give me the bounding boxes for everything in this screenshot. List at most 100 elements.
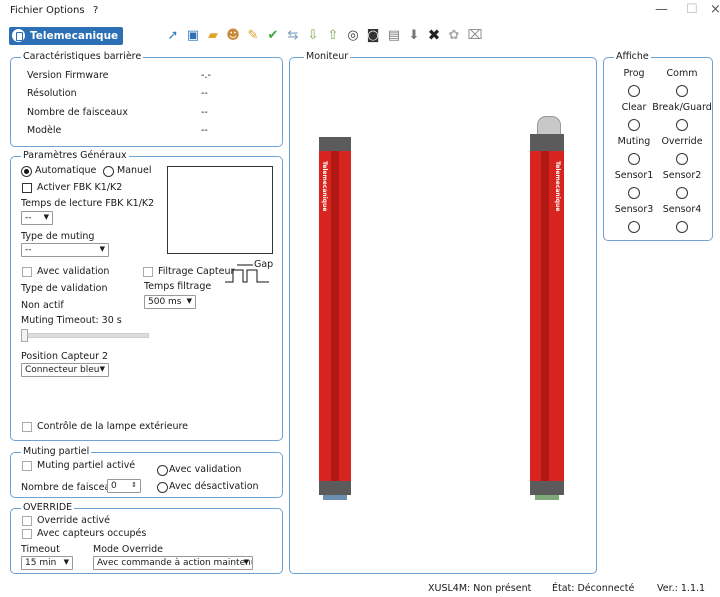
menu-help[interactable]: ?	[93, 5, 98, 16]
menu-options[interactable]: Options	[46, 5, 85, 16]
filter-time-select[interactable]: 500 ms ▼	[144, 295, 196, 309]
muting-timeout-slider-track[interactable]	[21, 333, 149, 338]
emitter-connector	[323, 495, 347, 500]
beam-count-value: --	[201, 107, 208, 118]
muting-type-value: --	[25, 245, 32, 255]
fbk-enable-checkbox[interactable]	[22, 183, 32, 193]
display-title: Affiche	[614, 51, 651, 62]
receiver-bottom-cap	[530, 481, 564, 495]
brand-logo: Telemecanique	[9, 27, 123, 45]
partial-muting-label: Muting partiel activé	[37, 460, 136, 471]
sensor2-position-label: Position Capteur 2	[21, 351, 109, 362]
occupied-sensors-label: Avec capteurs occupés	[37, 528, 147, 539]
muting-type-label: Type de muting	[21, 231, 95, 242]
monitor-title: Moniteur	[304, 51, 351, 62]
led-break-guard	[676, 119, 688, 131]
disconnect-icon[interactable]: ⌧	[467, 27, 483, 43]
led-label-comm: Comm	[666, 68, 698, 79]
timeout-label: Timeout	[21, 544, 60, 555]
minimize-button[interactable]: —	[655, 2, 668, 17]
open-folder-icon[interactable]: ▰	[205, 27, 221, 43]
receiver-connector	[535, 495, 559, 500]
model-label: Modèle	[27, 125, 62, 136]
override-mode-value: Avec commande à action maintenue	[97, 558, 253, 568]
partial-deactivation-radio[interactable]	[157, 482, 168, 493]
monitor-group: Moniteur Telemecanique Telemecanique	[289, 51, 597, 574]
override-mode-select[interactable]: Avec commande à action maintenue ▼	[93, 556, 253, 570]
import-icon[interactable]: ⬇	[406, 27, 422, 43]
status-bar: XUSL4M: Non présent État: Déconnecté Ver…	[0, 580, 720, 597]
chevron-down-icon: ▼	[63, 558, 69, 566]
led-clear	[628, 119, 640, 131]
chevron-down-icon: ▼	[43, 213, 49, 221]
led-sensor2	[676, 187, 688, 199]
sensor2-position-value: Connecteur bleu	[25, 365, 100, 375]
led-muting	[628, 153, 640, 165]
save-icon[interactable]: ▣	[185, 27, 201, 43]
lamp-control-label: Contrôle de la lampe extérieure	[37, 421, 189, 432]
barrier-title: Caractéristiques barrière	[21, 51, 144, 62]
swap-icon[interactable]: ⇆	[285, 27, 301, 43]
led-sensor1	[628, 187, 640, 199]
partial-beams-stepper[interactable]: 0 ⇕	[107, 479, 141, 493]
sensor2-position-select[interactable]: Connecteur bleu ▼	[21, 363, 109, 377]
sensor-filter-checkbox[interactable]	[143, 267, 153, 277]
mode-automatic-radio[interactable]	[21, 166, 32, 177]
muting-status: Non actif	[21, 300, 64, 311]
emitter-bar: Telemecanique	[319, 151, 351, 481]
upload-icon[interactable]: ➚	[165, 27, 181, 43]
override-group: OVERRIDE Override activé Avec capteurs o…	[10, 502, 283, 574]
check-icon[interactable]: ✔	[265, 27, 281, 43]
led-label-sensor2: Sensor2	[662, 170, 702, 181]
partial-validation-label: Avec validation	[169, 464, 242, 475]
partial-muting-checkbox[interactable]	[22, 461, 32, 471]
clipboard-icon[interactable]: ▤	[386, 27, 402, 43]
led-label-muting: Muting	[617, 136, 651, 147]
close-button[interactable]: ×	[710, 2, 720, 17]
muting-timeout-slider-handle[interactable]	[21, 329, 28, 342]
mode-manual-radio[interactable]	[103, 166, 114, 177]
receiver-bar: Telemecanique	[530, 151, 564, 481]
delete-icon[interactable]: ✖	[426, 26, 442, 44]
led-override	[676, 153, 688, 165]
fbk-time-value: --	[25, 213, 32, 223]
receiver-top-cap	[530, 134, 564, 151]
mode-manual-label: Manuel	[117, 165, 152, 176]
brand-mark-icon	[12, 29, 25, 42]
timeout-select[interactable]: 15 min ▼	[21, 556, 73, 570]
override-enabled-checkbox[interactable]	[22, 516, 32, 526]
occupied-sensors-checkbox[interactable]	[22, 529, 32, 539]
settings-icon[interactable]: ✿	[446, 27, 462, 43]
maximize-button[interactable]: ☐	[686, 2, 698, 17]
partial-deactivation-label: Avec désactivation	[169, 481, 259, 492]
emitter-brand: Telemecanique	[321, 161, 328, 212]
gap-label: Gap	[254, 259, 274, 270]
monitor-icon[interactable]: ◙	[365, 27, 381, 43]
barrier-characteristics-group: Caractéristiques barrière Version Firmwa…	[10, 51, 283, 147]
firmware-value: -.-	[201, 70, 211, 81]
firmware-label: Version Firmware	[27, 70, 109, 81]
muting-type-select[interactable]: -- ▼	[21, 243, 109, 257]
with-validation-checkbox[interactable]	[22, 267, 32, 277]
chevron-down-icon: ▼	[243, 558, 249, 566]
fbk-time-select[interactable]: -- ▼	[21, 211, 53, 225]
general-title: Paramètres Généraux	[21, 150, 129, 161]
chevron-down-icon: ▼	[99, 245, 105, 253]
led-label-clear: Clear	[621, 102, 647, 113]
upload-arrow-icon[interactable]: ⇧	[325, 27, 341, 43]
chevron-down-icon: ▼	[99, 365, 105, 373]
brand-name: Telemecanique	[30, 30, 119, 42]
emitter-top-cap	[319, 137, 351, 151]
led-label-prog: Prog	[623, 68, 645, 79]
lamp-control-checkbox[interactable]	[22, 422, 32, 432]
override-mode-label: Mode Override	[93, 544, 164, 555]
partial-beams-value: 0	[111, 481, 117, 491]
partial-validation-radio[interactable]	[157, 465, 168, 476]
download-icon[interactable]: ⇩	[305, 27, 321, 43]
emitter-bottom-cap	[319, 481, 351, 495]
device-status: XUSL4M: Non présent	[428, 583, 532, 594]
edit-icon[interactable]: ✎	[245, 27, 261, 43]
target-icon[interactable]: ◎	[345, 27, 361, 43]
menu-file[interactable]: Fichier	[10, 5, 43, 16]
user-icon[interactable]: ☻	[225, 27, 241, 43]
